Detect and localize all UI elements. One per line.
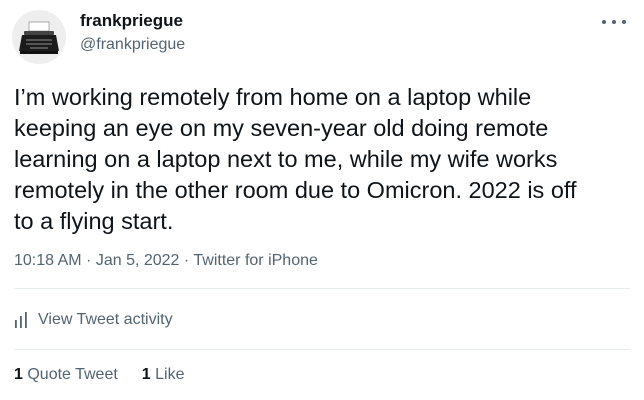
dot <box>622 20 626 24</box>
dot <box>612 20 616 24</box>
more-options-icon[interactable] <box>602 14 626 30</box>
quote-tweets-label: Quote Tweet <box>27 366 118 383</box>
tweet-text-line: remotely in the other room due to Omicro… <box>14 177 577 203</box>
author-display-name[interactable]: frankpriegue <box>80 11 183 31</box>
quote-tweets-count: 1 <box>14 366 23 383</box>
likes-count: 1 <box>141 366 151 383</box>
view-tweet-activity-label: View Tweet activity <box>38 311 173 328</box>
divider <box>14 288 630 289</box>
tweet-date[interactable]: Jan 5, 2022 <box>96 252 180 269</box>
tweet-time[interactable]: 10:18 AM <box>14 252 82 269</box>
tweet-card: frankpriegue @frankpriegue I’m working r… <box>0 0 644 400</box>
quote-tweets-stat[interactable]: 1 Quote Tweet <box>14 366 118 384</box>
tweet-text-line: I’m working remotely from home on a lapt… <box>14 84 532 110</box>
bar-chart-icon <box>15 312 27 328</box>
likes-label: Like <box>155 366 185 383</box>
engagement-stats: 1 Quote Tweet 1 Like <box>14 366 185 384</box>
avatar[interactable] <box>12 10 66 64</box>
tweet-source[interactable]: Twitter for iPhone <box>193 252 318 269</box>
divider <box>14 349 630 350</box>
tweet-text-line: keeping an eye on my seven-year old doin… <box>14 115 549 141</box>
tweet-text-line: learning on a laptop next to me, while m… <box>14 146 558 172</box>
likes-stat[interactable]: 1 Like <box>142 366 185 384</box>
tweet-metadata: 10:18 AM · Jan 5, 2022 · Twitter for iPh… <box>14 252 318 270</box>
separator: · <box>81 252 96 269</box>
tweet-text-line: to a flying start. <box>14 208 174 234</box>
separator: · <box>179 252 194 269</box>
dot <box>602 20 606 24</box>
view-tweet-activity-button[interactable]: View Tweet activity <box>14 309 173 331</box>
typewriter-icon <box>12 10 66 64</box>
author-handle[interactable]: @frankpriegue <box>80 36 185 54</box>
tweet-text: I’m working remotely from home on a lapt… <box>14 82 634 237</box>
